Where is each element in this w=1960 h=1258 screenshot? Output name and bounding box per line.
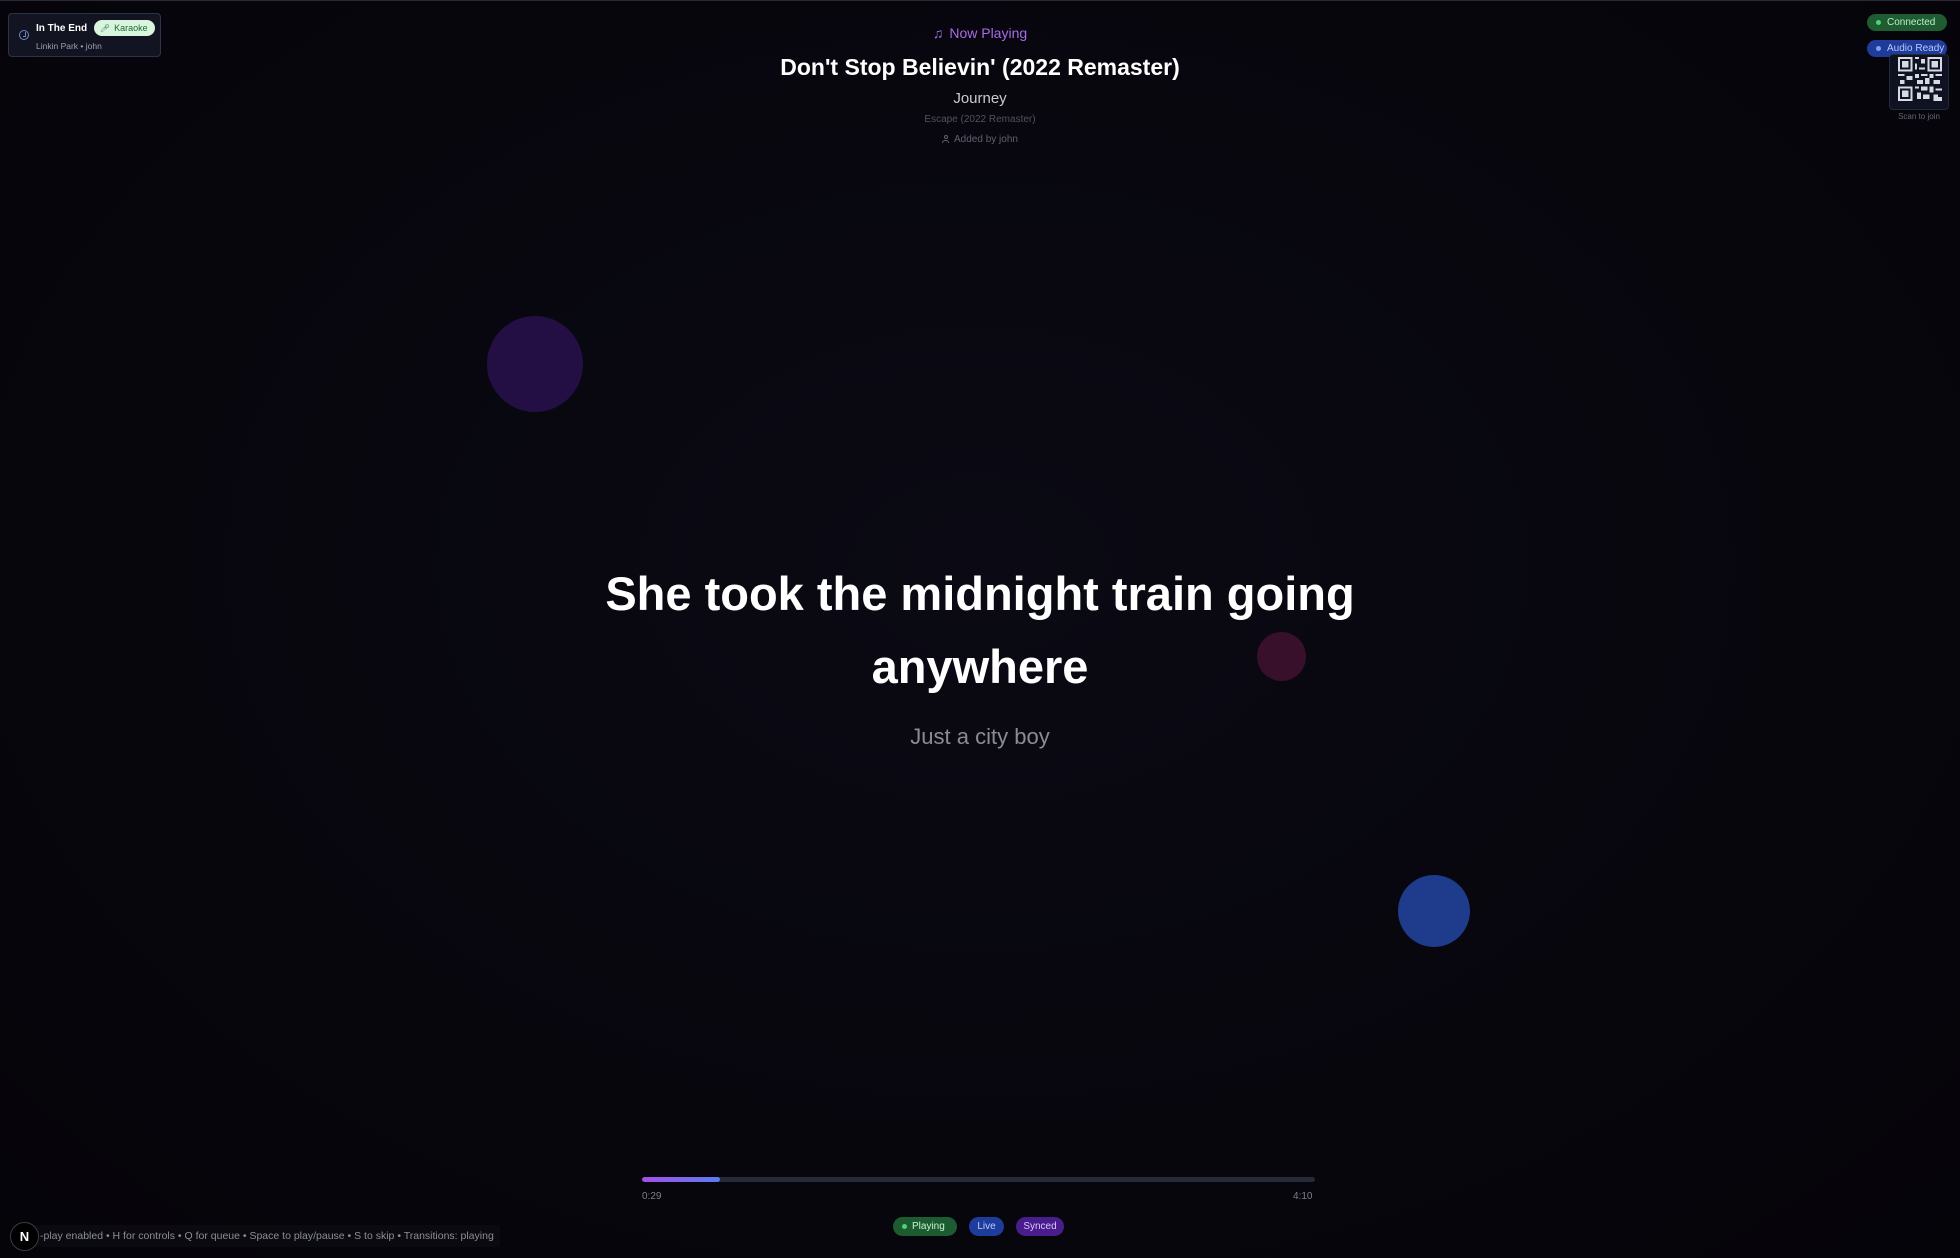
- next-up-subtitle: Linkin Park • john: [36, 41, 102, 51]
- next-lyric-line: Just a city boy: [910, 724, 1050, 749]
- current-lyric-line: She took the midnight train going anywhe…: [605, 567, 1355, 693]
- qr-code[interactable]: [1889, 54, 1949, 110]
- status-dot: [902, 1224, 907, 1229]
- added-by-text: Added by john: [954, 134, 1018, 145]
- synced-badge: Synced: [1016, 1217, 1064, 1236]
- n-logo-button[interactable]: N: [10, 1222, 39, 1251]
- top-divider: [0, 0, 1960, 1]
- playing-label: Playing: [912, 1221, 945, 1232]
- connected-status-badge: Connected: [1867, 14, 1947, 31]
- qr-code-icon: [1898, 57, 1942, 101]
- status-dot: [1876, 20, 1881, 25]
- song-album: Escape (2022 Remaster): [924, 114, 1036, 125]
- karaoke-display: In The End 🎤︎ Karaoke Linkin Park • john …: [0, 0, 1960, 1258]
- total-time: 4:10: [1293, 1191, 1313, 1202]
- connected-label: Connected: [1887, 17, 1936, 28]
- live-badge: Live: [969, 1217, 1004, 1236]
- song-artist: Journey: [953, 90, 1007, 107]
- keyboard-shortcuts-text: -play enabled • H for controls • Q for q…: [40, 1230, 494, 1242]
- user-icon: [942, 135, 950, 143]
- now-playing-text: Now Playing: [949, 25, 1028, 41]
- playing-status-badge: Playing: [893, 1217, 957, 1236]
- added-by: Added by john: [0, 134, 1960, 145]
- progress-fill: [642, 1177, 721, 1182]
- song-title: Don't Stop Believin' (2022 Remaster): [780, 54, 1180, 80]
- now-playing-label: ♫ Now Playing: [0, 25, 1960, 41]
- audio-ready-label: Audio Ready: [1887, 43, 1945, 54]
- elapsed-time: 0:29: [642, 1191, 662, 1202]
- decorative-orb-blue: [1398, 875, 1470, 947]
- progress-bar[interactable]: [642, 1177, 1315, 1182]
- keyboard-help-bar: -play enabled • H for controls • Q for q…: [30, 1225, 500, 1247]
- music-note-icon: ♫: [932, 25, 944, 41]
- status-dot: [1876, 46, 1881, 51]
- decorative-orb-purple: [487, 316, 583, 412]
- qr-label: Scan to join: [1898, 112, 1940, 121]
